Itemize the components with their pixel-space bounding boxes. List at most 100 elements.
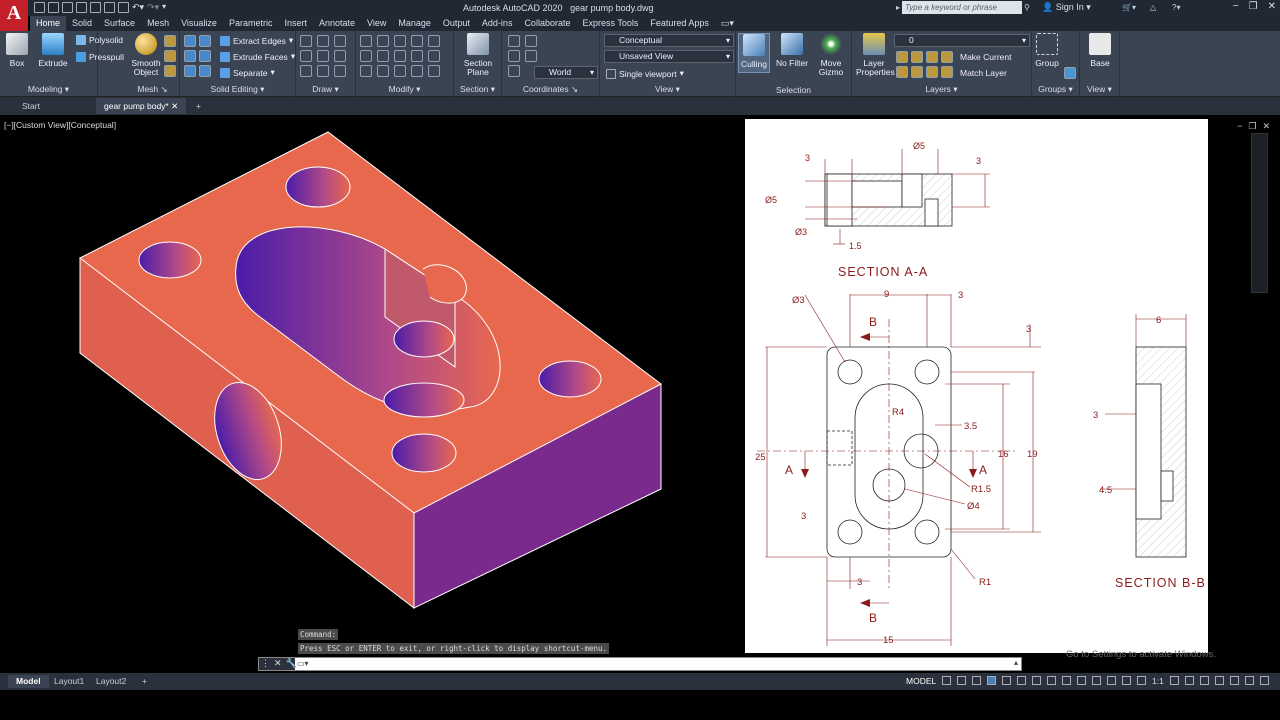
tab-annotate[interactable]: Annotate: [313, 16, 361, 31]
plot-icon[interactable]: [118, 2, 129, 13]
viewport-config-button[interactable]: Single viewport ▾: [606, 68, 684, 79]
new-tab-icon[interactable]: +: [188, 98, 209, 114]
mesh-tool-icon[interactable]: [164, 35, 176, 47]
save-icon[interactable]: [62, 2, 73, 13]
extract-edges-button[interactable]: Extract Edges ▾: [220, 35, 293, 46]
ucs-3point-icon[interactable]: [508, 50, 520, 62]
grid-icon[interactable]: [942, 676, 951, 685]
base-button[interactable]: Base: [1086, 33, 1114, 68]
command-line[interactable]: ⋮ ✕ 🔧 ▭▾ ▴: [258, 657, 1022, 671]
offset-icon[interactable]: [360, 65, 372, 77]
copy-icon[interactable]: [377, 50, 389, 62]
osnap-icon[interactable]: [1047, 676, 1056, 685]
view-panel-label[interactable]: View ▾: [600, 84, 735, 95]
auto-scale-icon[interactable]: [1137, 676, 1146, 685]
fillet-icon[interactable]: [411, 50, 423, 62]
tab-output[interactable]: Output: [437, 16, 476, 31]
3d-osnap-icon[interactable]: [1062, 676, 1071, 685]
modeling-panel-label[interactable]: Modeling ▾: [0, 84, 97, 95]
vp-restore-icon[interactable]: ❐: [1248, 121, 1256, 132]
groups-panel-label[interactable]: Groups ▾: [1032, 84, 1079, 95]
new-icon[interactable]: [34, 2, 45, 13]
separate-button[interactable]: Separate ▾: [220, 67, 275, 78]
extrude-button[interactable]: Extrude: [36, 33, 70, 68]
ucs-view-icon[interactable]: [525, 50, 537, 62]
restore-icon[interactable]: ❐: [1249, 1, 1258, 12]
array-icon[interactable]: [360, 50, 372, 62]
polyline-icon[interactable]: [317, 35, 329, 47]
tab-manage[interactable]: Manage: [392, 16, 437, 31]
mirror-icon[interactable]: [394, 50, 406, 62]
erase-icon[interactable]: [377, 65, 389, 77]
command-prompt-icon[interactable]: ▭▾: [297, 659, 309, 668]
dynamic-ucs-icon[interactable]: [1077, 676, 1086, 685]
minimize-icon[interactable]: −: [1233, 1, 1239, 12]
layers-panel-label[interactable]: Layers ▾: [852, 84, 1031, 95]
spline-icon[interactable]: [300, 50, 312, 62]
extrude-faces-button[interactable]: Extrude Faces ▾: [220, 51, 295, 62]
layer-tool-icon[interactable]: [911, 51, 923, 63]
mesh-tool-icon[interactable]: [164, 50, 176, 62]
layer-tool-icon[interactable]: [941, 66, 953, 78]
move3d-icon[interactable]: [394, 35, 406, 47]
search-icon[interactable]: ⚲: [1024, 3, 1030, 12]
customize-status-icon[interactable]: [1259, 676, 1269, 685]
hardware-acceleration-icon[interactable]: [1229, 676, 1239, 685]
tab-home[interactable]: Home: [30, 16, 67, 31]
coordinates-panel-label[interactable]: Coordinates ↘: [502, 84, 599, 95]
ucs-origin-icon[interactable]: [525, 35, 537, 47]
autocad-logo[interactable]: A: [0, 0, 28, 32]
tab-visualize[interactable]: Visualize: [175, 16, 223, 31]
layer-dropdown[interactable]: 0: [894, 34, 1030, 47]
command-input[interactable]: [317, 659, 1007, 670]
line-icon[interactable]: [300, 35, 312, 47]
units-icon[interactable]: [1199, 676, 1209, 685]
subtract-icon[interactable]: [199, 35, 211, 47]
scale-icon[interactable]: [428, 35, 440, 47]
arc-icon[interactable]: [334, 35, 346, 47]
annotation-visibility-icon[interactable]: [1122, 676, 1131, 685]
drawing-tab[interactable]: gear pump body* ✕: [96, 98, 187, 114]
search-input[interactable]: Type a keyword or phrase: [902, 1, 1022, 14]
align-icon[interactable]: [411, 65, 423, 77]
vp-minimize-icon[interactable]: −: [1237, 121, 1242, 132]
customize-icon[interactable]: 🔧: [286, 658, 297, 670]
command-expand-icon[interactable]: ▴: [1014, 658, 1018, 667]
trim-icon[interactable]: [411, 35, 423, 47]
plus-icon[interactable]: [1184, 676, 1194, 685]
cart-icon[interactable]: 🛒▾: [1122, 3, 1136, 12]
customize-qat-icon[interactable]: ▾: [162, 2, 166, 13]
close-tab-icon[interactable]: ✕: [171, 101, 178, 111]
tab-layout1[interactable]: Layout1: [46, 675, 92, 688]
layer-tool-icon[interactable]: [911, 66, 923, 78]
ribbon-toggle-icon[interactable]: ▭▾: [715, 16, 740, 31]
mesh-tool-icon[interactable]: [164, 65, 176, 77]
ucs-dropdown[interactable]: World: [534, 66, 598, 79]
search-expand-icon[interactable]: ▸: [896, 3, 900, 12]
tab-express-tools[interactable]: Express Tools: [576, 16, 644, 31]
make-current-button[interactable]: Make Current: [960, 52, 1012, 62]
group-button[interactable]: Group: [1034, 33, 1060, 68]
visual-style-dropdown[interactable]: Conceptual: [604, 34, 734, 47]
workspace-gear-icon[interactable]: [1169, 676, 1179, 685]
undo-icon[interactable]: ↶▾: [132, 2, 144, 13]
isolate-icon[interactable]: [1214, 676, 1224, 685]
group-select-icon[interactable]: [1064, 67, 1076, 79]
draw-panel-label[interactable]: Draw ▾: [296, 84, 355, 95]
ellipse-icon[interactable]: [334, 65, 346, 77]
start-tab[interactable]: Start: [14, 98, 48, 114]
layer-tool-icon[interactable]: [896, 66, 908, 78]
move-icon[interactable]: [360, 35, 372, 47]
tab-surface[interactable]: Surface: [98, 16, 141, 31]
named-view-dropdown[interactable]: Unsaved View: [604, 50, 734, 63]
grip-icon[interactable]: ⋮: [261, 658, 270, 670]
selection-filter-icon[interactable]: [1092, 676, 1101, 685]
circle-icon[interactable]: [334, 50, 346, 62]
2d-drawing-sheet[interactable]: 3 Ø5 3 Ø5 Ø3 1.5 SECTION A-A Ø3 9 3 B 3 …: [745, 119, 1208, 653]
tab-model[interactable]: Model: [8, 675, 49, 688]
tab-layout2[interactable]: Layout2: [88, 675, 134, 688]
layer-tool-icon[interactable]: [896, 51, 908, 63]
chamfer-icon[interactable]: [428, 65, 440, 77]
view-base-panel-label[interactable]: View ▾: [1080, 84, 1119, 95]
layer-tool-icon[interactable]: [941, 51, 953, 63]
